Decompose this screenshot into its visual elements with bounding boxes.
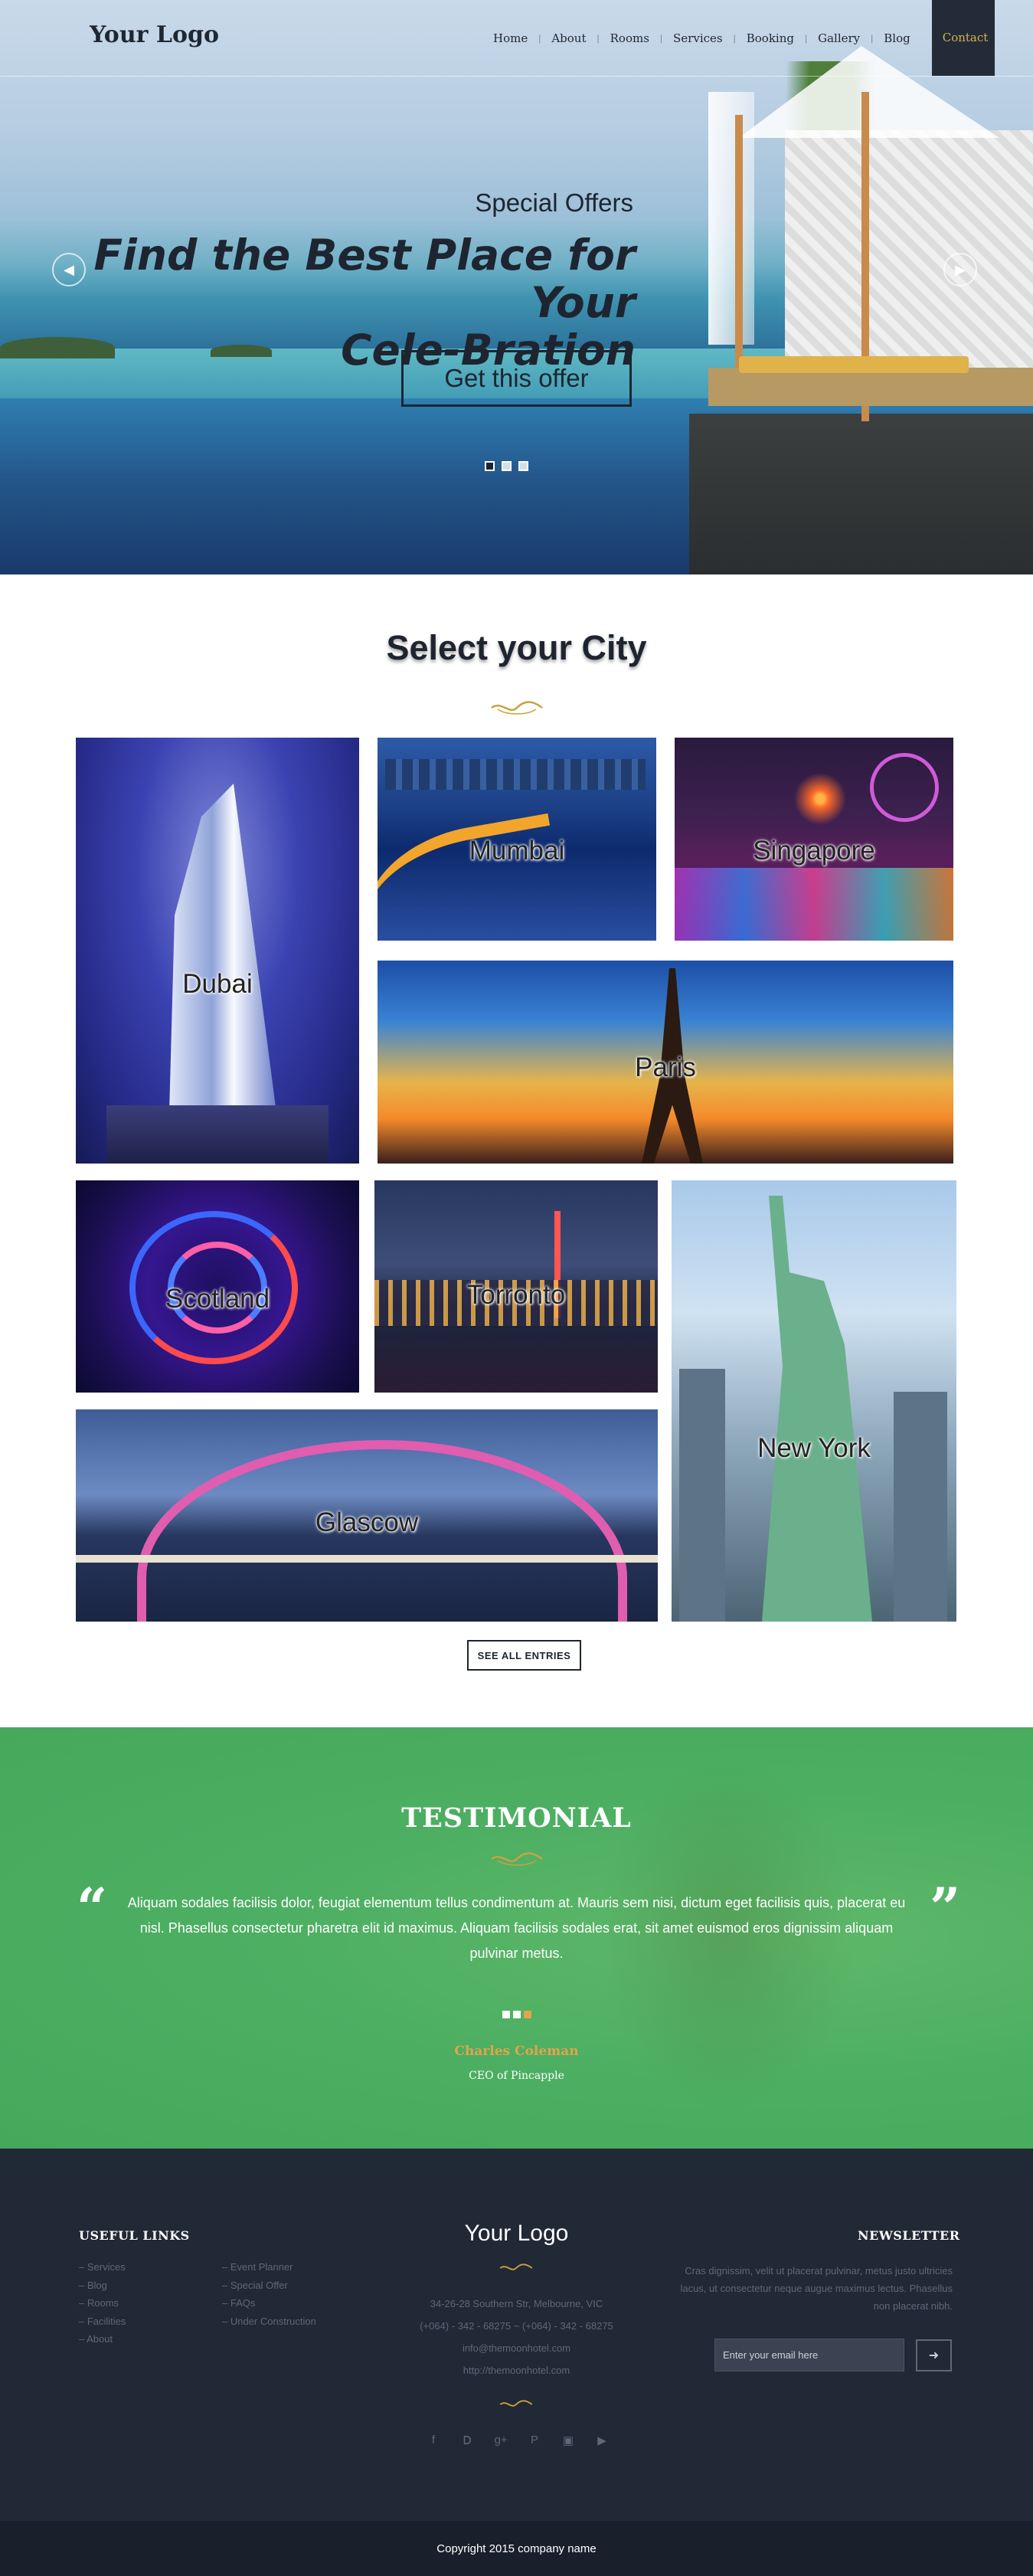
city-tile-singapore[interactable]: Singapore: [675, 738, 953, 941]
nav-home[interactable]: Home: [482, 31, 538, 45]
city-label: Singapore: [753, 836, 875, 866]
testimonial-quote: Aliquam sodales facilisis dolor, feugiat…: [127, 1895, 906, 1961]
chevron-right-icon: ▶: [955, 261, 966, 277]
ornament-icon: [491, 701, 543, 715]
slider-dot[interactable]: [518, 461, 528, 471]
facebook-icon[interactable]: f: [425, 2434, 442, 2447]
city-tile-new-york[interactable]: New York: [672, 1180, 956, 1622]
testimonial-role: CEO of Pincapple: [469, 2070, 564, 2082]
footer-link[interactable]: Event Planner: [222, 2258, 316, 2277]
arrow-right-icon: ➜: [928, 2349, 940, 2362]
testimonial-author: Charles Coleman: [454, 2044, 579, 2059]
google-plus-icon[interactable]: g+: [492, 2434, 509, 2447]
testimonial-dot[interactable]: [513, 2011, 521, 2018]
newsletter-title: NEWSLETTER: [858, 2228, 960, 2243]
footer: USEFUL LINKS Services Blog Rooms Facilit…: [0, 2149, 1033, 2521]
city-tile-toronto[interactable]: Torronto: [374, 1180, 658, 1393]
copyright-text: Copyright 2015 company name: [436, 2542, 597, 2555]
nav-contact[interactable]: Contact: [931, 0, 995, 76]
nav-about[interactable]: About: [541, 31, 597, 45]
newsletter-text: Cras dignissim, velit ut placerat pulvin…: [680, 2265, 953, 2312]
ornament-icon: [499, 2263, 533, 2270]
city-tile-paris[interactable]: Paris: [378, 961, 953, 1164]
city-label: Dubai: [182, 969, 253, 999]
nav-blog[interactable]: Blog: [873, 31, 920, 45]
hero-slider: Your Logo Home | About | Rooms | Services | …: [0, 0, 1033, 574]
quote-close-icon: ”: [930, 1876, 961, 1939]
city-tile-scotland[interactable]: Scotland: [76, 1180, 359, 1393]
slider-dot[interactable]: [485, 461, 495, 471]
section-title-testimonial: TESTIMONIAL: [401, 1802, 632, 1834]
ornament-icon: [491, 1852, 543, 1866]
city-label: Torronto: [466, 1280, 566, 1310]
instagram-icon[interactable]: ▣: [560, 2434, 577, 2447]
section-title-cities: Select your City: [386, 628, 647, 667]
main-nav: Home | About | Rooms | Services | Booking | G…: [482, 0, 995, 76]
city-label: Glascow: [315, 1507, 419, 1537]
city-label: Scotland: [165, 1284, 270, 1314]
city-label: Mumbai: [469, 836, 565, 866]
testimonial-dot[interactable]: [524, 2011, 531, 2018]
copyright-bar: Copyright 2015 company name: [0, 2521, 1033, 2576]
city-label: New York: [757, 1433, 871, 1463]
slider-dots: [485, 461, 528, 471]
footer-link[interactable]: Blog: [79, 2277, 126, 2295]
pinterest-icon[interactable]: P: [526, 2434, 543, 2447]
newsletter-submit-button[interactable]: ➜: [916, 2339, 952, 2371]
nav-booking[interactable]: Booking: [736, 31, 805, 45]
footer-phones: (+064) - 342 - 68275 ~ (+064) - 342 - 68…: [420, 2320, 613, 2332]
footer-link[interactable]: Services: [79, 2258, 126, 2277]
see-all-entries-button[interactable]: SEE ALL ENTRIES: [467, 1640, 581, 1671]
hero-cabana: [693, 46, 1033, 421]
newsletter-email-input[interactable]: [714, 2339, 904, 2371]
get-offer-button[interactable]: Get this offer: [401, 350, 632, 407]
testimonial-dot[interactable]: [502, 2011, 510, 2018]
hero-subtitle: Special Offers: [475, 188, 633, 217]
ornament-icon: [499, 2400, 533, 2407]
testimonial-dots: [502, 2011, 531, 2018]
slider-dot[interactable]: [502, 461, 512, 471]
city-tile-dubai[interactable]: Dubai: [76, 738, 359, 1164]
slider-next-button[interactable]: ▶: [943, 253, 977, 286]
nav-gallery[interactable]: Gallery: [807, 31, 871, 45]
hero-deck: [689, 414, 1033, 574]
site-logo[interactable]: Your Logo: [90, 21, 219, 48]
nav-rooms[interactable]: Rooms: [600, 31, 660, 45]
city-tile-glasgow[interactable]: Glascow: [76, 1409, 658, 1622]
header-divider: [0, 76, 1033, 77]
nav-services[interactable]: Services: [662, 31, 734, 45]
footer-link[interactable]: Special Offer: [222, 2277, 316, 2295]
testimonial-section: TESTIMONIAL “ Aliquam sodales facilisis …: [0, 1727, 1033, 2149]
city-label: Paris: [635, 1052, 696, 1082]
hero-title-line: Find the Best Place for Your: [93, 231, 636, 327]
social-links: f 𝖣 g+ P ▣ ▶: [425, 2434, 610, 2447]
city-tile-mumbai[interactable]: Mumbai: [378, 738, 656, 941]
twitter-icon[interactable]: 𝖣: [459, 2434, 476, 2447]
quote-open-icon: “: [77, 1876, 108, 1939]
youtube-icon[interactable]: ▶: [593, 2434, 610, 2447]
footer-links-col2: Event Planner Special Offer FAQs Under C…: [222, 2258, 316, 2330]
